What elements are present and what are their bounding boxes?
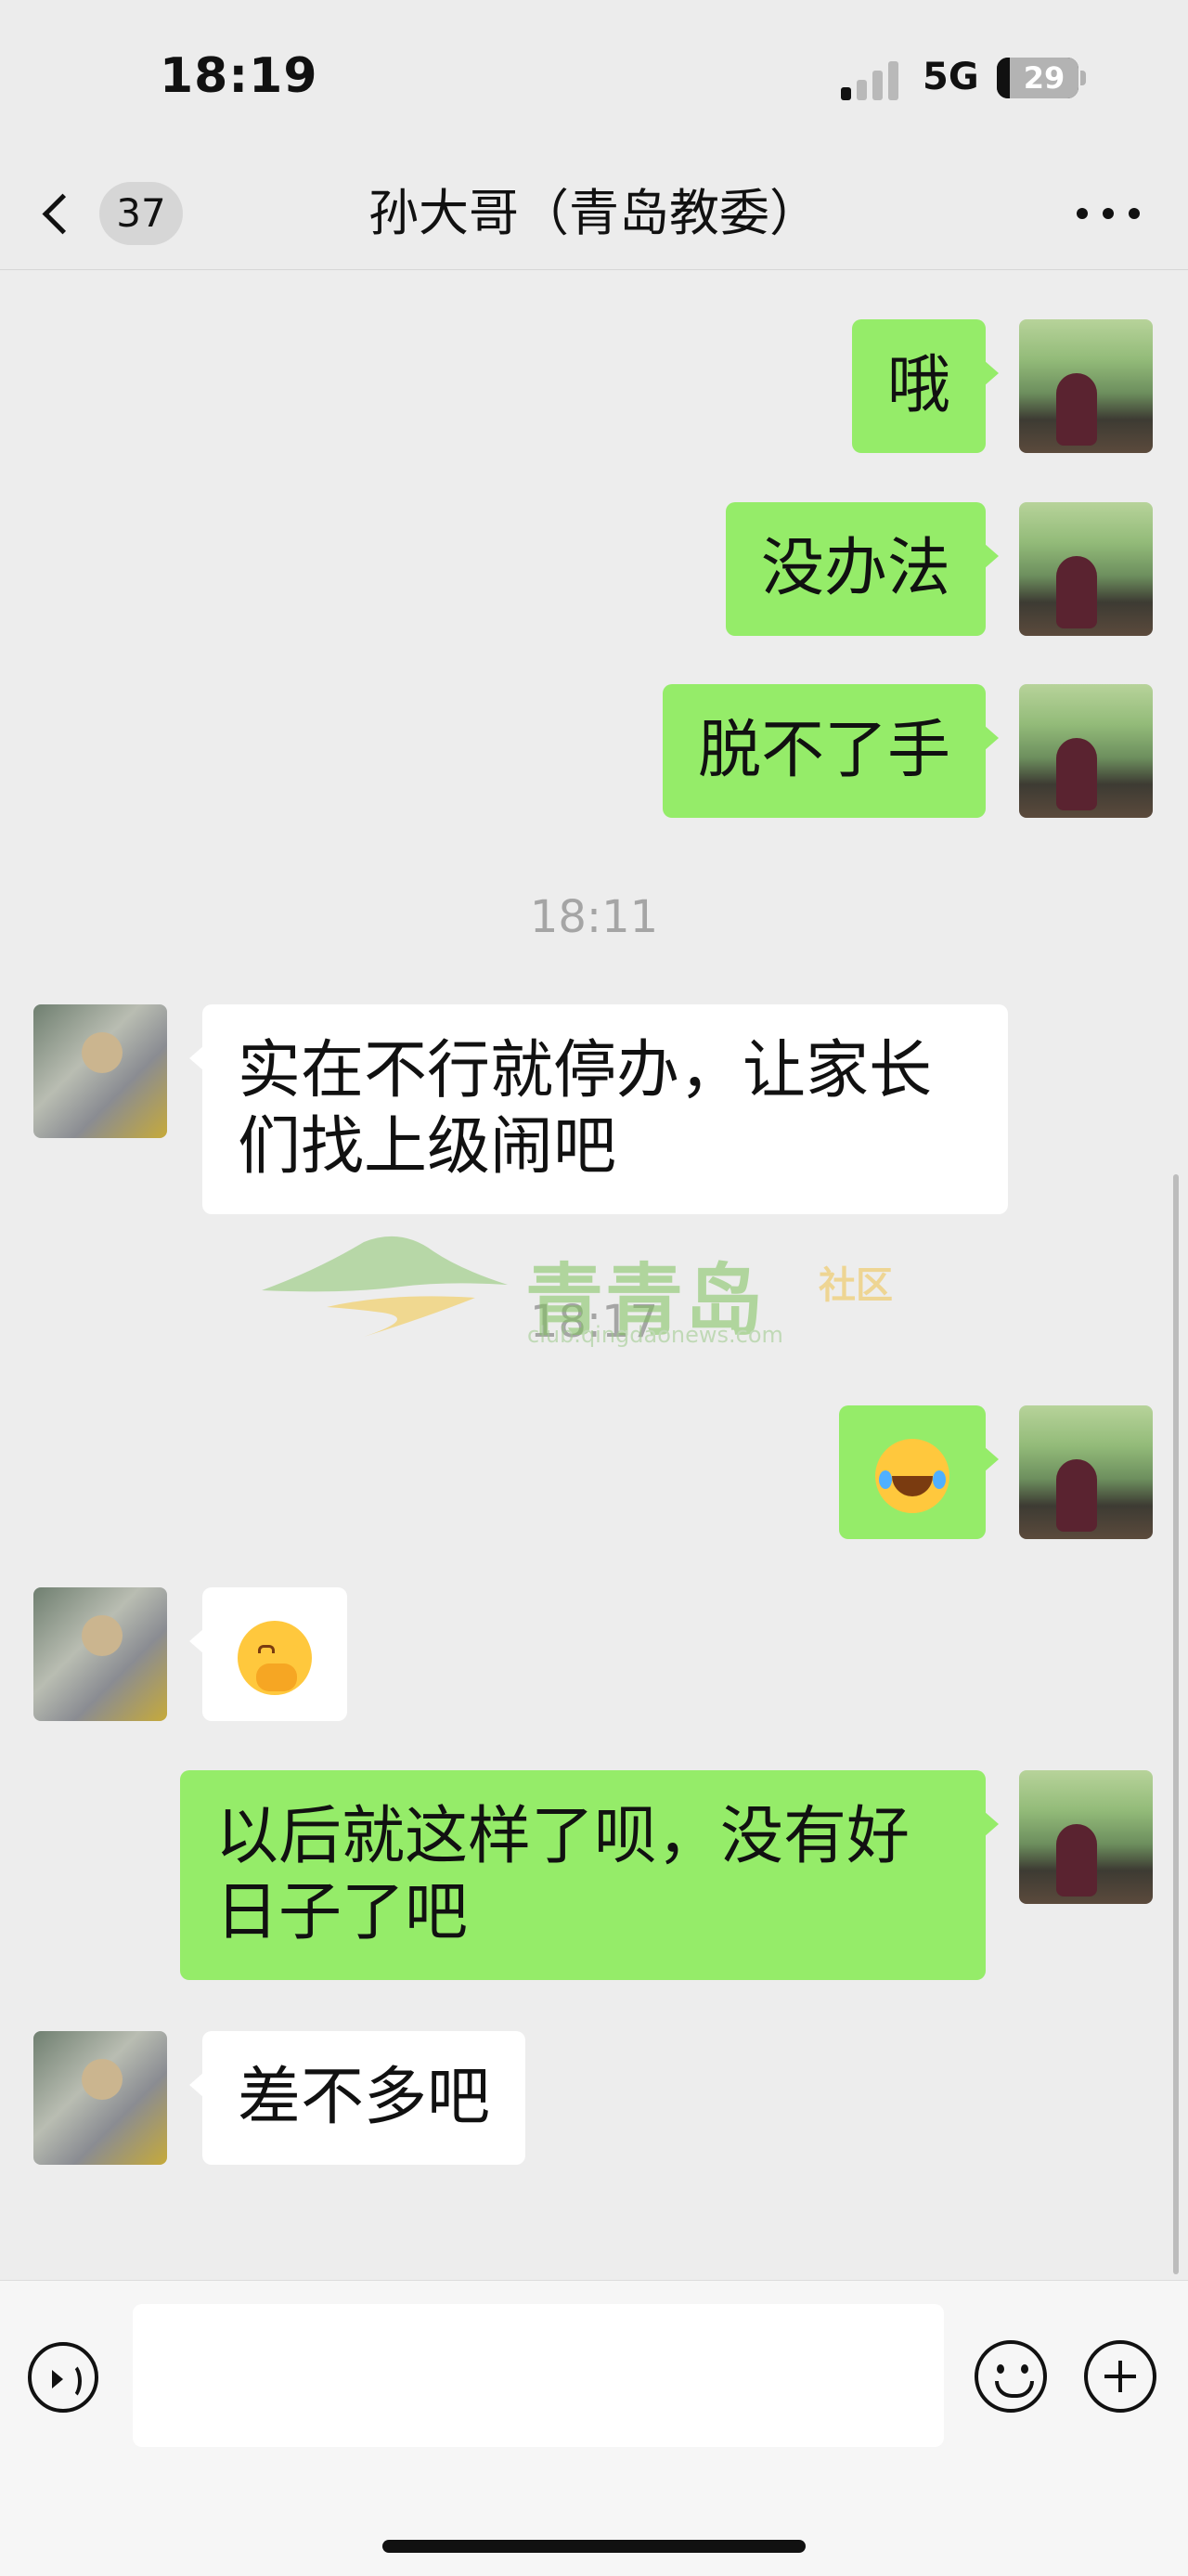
battery-tip: [1080, 71, 1086, 85]
status-time: 18:19: [160, 48, 318, 104]
message-bubble-self[interactable]: [839, 1405, 999, 1539]
message-bubble-self[interactable]: 以后就这样了呗，没有好日子了吧: [180, 1770, 999, 1980]
face-with-tears-of-joy-icon: [875, 1439, 949, 1514]
plus-icon[interactable]: [1084, 2340, 1156, 2413]
self-avatar[interactable]: [1019, 502, 1153, 636]
message-scrollbar[interactable]: [1173, 1174, 1179, 2274]
contact-avatar[interactable]: [33, 1004, 167, 1138]
message-input[interactable]: [133, 2304, 944, 2447]
message-timestamp: 18:17: [529, 1296, 659, 1348]
self-avatar[interactable]: [1019, 1405, 1153, 1539]
self-avatar[interactable]: [1019, 1770, 1153, 1904]
chat-title: 孙大哥（青岛教委）: [368, 184, 820, 242]
self-avatar[interactable]: [1019, 319, 1153, 453]
message-bubble-contact[interactable]: 差不多吧: [188, 2031, 526, 2165]
status-bar: 18:19 5G 29: [0, 0, 1188, 158]
message-bubble-self[interactable]: 哦: [851, 319, 1000, 453]
more-options-button[interactable]: [1077, 204, 1142, 223]
battery-icon: 29: [997, 58, 1078, 98]
battery-level: 29: [1010, 58, 1078, 98]
message-bubble-self[interactable]: 脱不了手: [662, 684, 1000, 818]
network-type: 5G: [923, 56, 979, 98]
home-indicator: [382, 2540, 806, 2553]
message-bubble-self[interactable]: 没办法: [725, 502, 1000, 636]
chat-header: 37 孙大哥（青岛教委）: [0, 158, 1188, 270]
message-bubble-contact[interactable]: [189, 1587, 347, 1721]
face-with-hand-over-mouth-icon: [238, 1621, 312, 1696]
message-list[interactable]: 哦 没办法 脱不了手 18:11 实在不行就停办，让家长们找上级闹吧 18:17…: [0, 270, 1188, 2280]
message-bubble-contact[interactable]: 实在不行就停办，让家长们找上级闹吧: [189, 1004, 1008, 1214]
message-timestamp: 18:11: [529, 891, 659, 943]
emoji-icon[interactable]: [975, 2340, 1047, 2413]
cellular-signal-icon: [841, 59, 906, 100]
voice-input-icon[interactable]: [28, 2342, 98, 2413]
input-bar: [0, 2280, 1188, 2576]
contact-avatar[interactable]: [33, 2031, 167, 2165]
self-avatar[interactable]: [1019, 684, 1153, 818]
contact-avatar[interactable]: [33, 1587, 167, 1721]
